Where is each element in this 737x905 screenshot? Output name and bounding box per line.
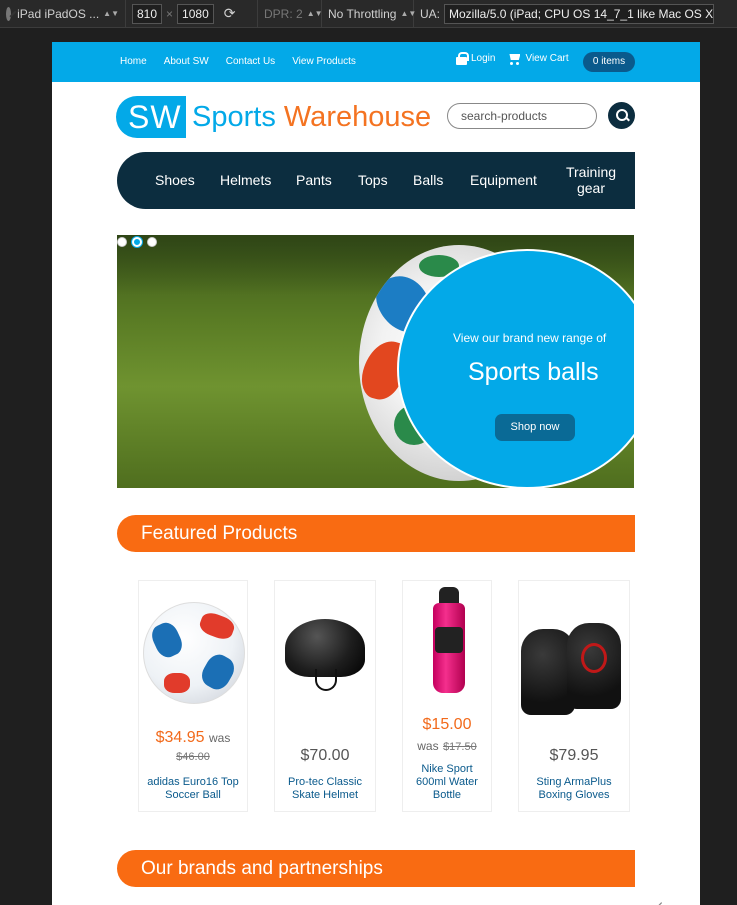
page-viewport: Home About SW Contact Us View Products L… bbox=[52, 42, 700, 905]
search-icon[interactable] bbox=[608, 102, 635, 129]
nav-link-home[interactable]: Home bbox=[120, 56, 147, 67]
product-name-line: Sting ArmaPlus bbox=[536, 776, 612, 788]
product-name-line: 600ml Water bbox=[416, 776, 478, 788]
logo-word-sports: Sports bbox=[192, 100, 276, 133]
view-cart-label: View Cart bbox=[525, 53, 569, 64]
category-equipment[interactable]: Equipment bbox=[470, 172, 537, 188]
logo-wordmark: Sports Warehouse bbox=[192, 101, 431, 134]
product-name[interactable]: adidas Euro16 Top Soccer Ball bbox=[139, 776, 247, 802]
search-input[interactable]: search-products bbox=[447, 103, 597, 129]
carousel-dots bbox=[117, 237, 157, 247]
product-was-label: was bbox=[417, 739, 439, 753]
carousel-dot-3[interactable] bbox=[147, 237, 157, 247]
cart-items-badge[interactable]: 0 items bbox=[583, 52, 635, 72]
dimension-separator: × bbox=[166, 6, 174, 21]
water-bottle-image bbox=[431, 587, 467, 693]
product-was-label: was bbox=[209, 731, 231, 745]
product-name-line: Boxing Gloves bbox=[538, 789, 610, 801]
updown-icon: ▲▼ bbox=[103, 9, 119, 18]
login-label: Login bbox=[471, 53, 496, 64]
resize-handle[interactable] bbox=[650, 891, 662, 905]
ua-input[interactable]: Mozilla/5.0 (iPad; CPU OS 14_7_1 like Ma… bbox=[444, 3, 715, 24]
featured-products-heading: Featured Products bbox=[117, 515, 635, 552]
category-pants[interactable]: Pants bbox=[296, 172, 332, 188]
dpr-select[interactable]: DPR: 2 ▲▼ bbox=[258, 0, 323, 28]
device-icon bbox=[6, 6, 12, 21]
hero-headline: Sports balls bbox=[468, 358, 599, 386]
product-name-line: Soccer Ball bbox=[165, 789, 221, 801]
nav-link-products[interactable]: View Products bbox=[292, 56, 356, 67]
product-old-price: $17.50 bbox=[443, 741, 477, 753]
top-nav: Home About SW Contact Us View Products bbox=[120, 56, 356, 67]
top-bar: Home About SW Contact Us View Products L… bbox=[52, 42, 700, 82]
height-input[interactable]: 1080 bbox=[177, 3, 214, 24]
product-name-line: Skate Helmet bbox=[291, 789, 359, 801]
category-balls[interactable]: Balls bbox=[413, 172, 443, 188]
product-name-line: Pro-tec Classic bbox=[288, 776, 362, 788]
product-price: $34.95 bbox=[155, 729, 205, 746]
carousel-dot-2[interactable] bbox=[132, 237, 142, 247]
throttling-select[interactable]: No Throttling ▲▼ bbox=[322, 0, 416, 28]
product-card[interactable]: $34.95 was $46.00 adidas Euro16 Top Socc… bbox=[138, 580, 248, 812]
product-price: $70.00 bbox=[300, 747, 350, 764]
device-name: iPad iPadOS ... bbox=[17, 6, 100, 21]
product-name-line: Nike Sport bbox=[421, 763, 473, 775]
logo-word-warehouse: Warehouse bbox=[283, 100, 432, 133]
brands-heading: Our brands and partnerships bbox=[117, 850, 635, 887]
rotate-icon[interactable]: ⟳ bbox=[224, 5, 236, 22]
nav-link-about[interactable]: About SW bbox=[164, 56, 209, 67]
logo-mark: SW bbox=[116, 96, 186, 138]
category-tops[interactable]: Tops bbox=[358, 172, 388, 188]
category-nav: Shoes Helmets Pants Tops Balls Equipment… bbox=[117, 152, 635, 209]
product-old-price: $46.00 bbox=[176, 751, 210, 763]
throttling-label: No Throttling bbox=[328, 6, 397, 21]
product-price: $15.00 bbox=[422, 716, 472, 733]
boxing-gloves-image bbox=[521, 623, 627, 723]
category-shoes[interactable]: Shoes bbox=[155, 172, 195, 188]
carousel-dot-1[interactable] bbox=[117, 237, 127, 247]
product-card[interactable]: $79.95 Sting ArmaPlus Boxing Gloves bbox=[518, 580, 630, 812]
product-name-line: adidas Euro16 Top bbox=[147, 776, 239, 788]
site-logo[interactable]: SW Sports Warehouse bbox=[116, 96, 431, 138]
login-link[interactable]: Login bbox=[456, 52, 495, 65]
product-card[interactable]: $70.00 Pro-tec Classic Skate Helmet bbox=[274, 580, 376, 812]
category-training-gear[interactable]: Training gear bbox=[565, 164, 617, 196]
soccer-ball-image bbox=[143, 602, 245, 704]
dpr-label: DPR: 2 bbox=[264, 6, 303, 21]
product-name[interactable]: Nike Sport 600ml Water Bottle bbox=[403, 763, 491, 802]
product-price: $79.95 bbox=[549, 747, 599, 764]
view-cart-link[interactable]: View Cart bbox=[507, 52, 569, 65]
devtools-device-toolbar: iPad iPadOS ... ▲▼ 810 × 1080 ⟳ DPR: 2 ▲… bbox=[0, 0, 737, 28]
product-name[interactable]: Pro-tec Classic Skate Helmet bbox=[275, 776, 375, 802]
product-name[interactable]: Sting ArmaPlus Boxing Gloves bbox=[519, 776, 629, 802]
hero-subtitle: View our brand new range of bbox=[453, 331, 607, 345]
device-select[interactable]: iPad iPadOS ... ▲▼ bbox=[0, 0, 126, 28]
product-name-line: Bottle bbox=[432, 789, 462, 801]
shop-now-button[interactable]: Shop now bbox=[495, 414, 575, 441]
lock-icon bbox=[456, 52, 469, 65]
product-card[interactable]: $15.00 was $17.50 Nike Sport 600ml Water… bbox=[402, 580, 492, 812]
cart-icon bbox=[507, 52, 521, 65]
hero-carousel: View our brand new range of Sports balls… bbox=[117, 235, 634, 488]
category-helmets[interactable]: Helmets bbox=[220, 172, 271, 188]
ua-label: UA: bbox=[420, 6, 441, 21]
updown-icon: ▲▼ bbox=[306, 9, 323, 18]
nav-link-contact[interactable]: Contact Us bbox=[226, 56, 275, 67]
width-input[interactable]: 810 bbox=[132, 3, 163, 24]
skate-helmet-image bbox=[285, 619, 365, 691]
